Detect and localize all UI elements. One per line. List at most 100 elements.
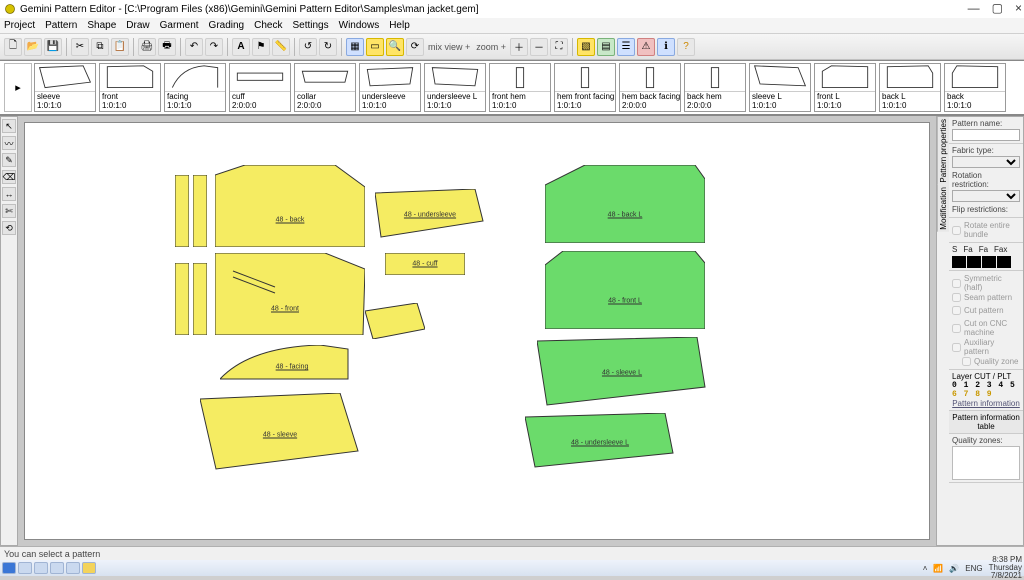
refresh-icon[interactable]: ⟳ bbox=[406, 38, 424, 56]
thumb-back-l[interactable]: back L1:0:1:0 bbox=[879, 63, 941, 112]
redo-icon[interactable]: ↷ bbox=[205, 38, 223, 56]
thumb-front-hem[interactable]: front hem1:0:1:0 bbox=[489, 63, 551, 112]
thumb-hem-back-facing[interactable]: hem back facing2:0:0:0 bbox=[619, 63, 681, 112]
ruler-icon[interactable]: 📏 bbox=[272, 38, 290, 56]
rotation-select[interactable] bbox=[952, 190, 1020, 202]
shelf-nav[interactable]: ▸ bbox=[4, 63, 32, 112]
task-app-1[interactable] bbox=[18, 562, 32, 574]
pointer-icon[interactable]: ↖ bbox=[2, 119, 16, 133]
menu-check[interactable]: Check bbox=[254, 20, 282, 31]
quality-zones-label: Quality zones: bbox=[952, 436, 1020, 445]
pattern-info-link[interactable]: Pattern information bbox=[952, 399, 1020, 408]
thumb-facing[interactable]: facing1:0:1:0 bbox=[164, 63, 226, 112]
menu-draw[interactable]: Draw bbox=[126, 20, 149, 31]
start-icon[interactable] bbox=[2, 562, 16, 574]
zoomrect-icon[interactable]: 🔍 bbox=[386, 38, 404, 56]
open-icon[interactable]: 📂 bbox=[24, 38, 42, 56]
aux-check bbox=[952, 343, 961, 352]
zoom-label[interactable]: zoom + bbox=[476, 42, 506, 52]
tool-icon[interactable]: ▦ bbox=[346, 38, 364, 56]
print-icon[interactable]: 🖨 bbox=[138, 38, 156, 56]
thumb-back[interactable]: back1:0:1:0 bbox=[944, 63, 1006, 112]
undo-icon[interactable]: ↶ bbox=[185, 38, 203, 56]
thumb-undersleeve-l[interactable]: undersleeve L1:0:1:0 bbox=[424, 63, 486, 112]
thumb-sleeve-l[interactable]: sleeve L1:0:1:0 bbox=[749, 63, 811, 112]
info-icon[interactable]: ℹ bbox=[657, 38, 675, 56]
flag-icon[interactable]: ⚑ bbox=[252, 38, 270, 56]
rect-icon[interactable]: ▭ bbox=[366, 38, 384, 56]
minimize-button[interactable]: — bbox=[968, 1, 980, 15]
pencil-icon[interactable]: ✎ bbox=[2, 153, 16, 167]
save-icon[interactable]: 💾 bbox=[44, 38, 62, 56]
menu-garment[interactable]: Garment bbox=[160, 20, 199, 31]
left-toolbar: ↖ 〰 ✎ ⌫ ↔ ✄ ⟲ bbox=[0, 116, 18, 546]
menu-windows[interactable]: Windows bbox=[339, 20, 380, 31]
text-icon[interactable]: A bbox=[232, 38, 250, 56]
thumb-front[interactable]: front1:0:1:0 bbox=[99, 63, 161, 112]
task-app-5[interactable] bbox=[82, 562, 96, 574]
tray-wifi-icon[interactable]: 📶 bbox=[933, 564, 943, 573]
menu-pattern[interactable]: Pattern bbox=[45, 20, 77, 31]
symmetric-check bbox=[952, 279, 961, 288]
rotate-cw-icon[interactable]: ↻ bbox=[319, 38, 337, 56]
menu-grading[interactable]: Grading bbox=[209, 20, 245, 31]
tray-chevron-icon[interactable]: ˄ bbox=[923, 564, 928, 573]
pattern-name-input[interactable] bbox=[952, 129, 1020, 141]
properties-panel: Pattern properties Modification Pattern … bbox=[936, 116, 1024, 546]
scissors-icon[interactable]: ✄ bbox=[2, 204, 16, 218]
cut-icon[interactable]: ✂ bbox=[71, 38, 89, 56]
fabric-type-select[interactable] bbox=[952, 156, 1020, 168]
task-app-4[interactable] bbox=[66, 562, 80, 574]
menu-settings[interactable]: Settings bbox=[292, 20, 328, 31]
tab-modification[interactable]: Modification bbox=[937, 185, 949, 232]
tray-lang[interactable]: ENG bbox=[965, 564, 982, 573]
rotate-ccw-icon[interactable]: ↺ bbox=[299, 38, 317, 56]
new-icon[interactable]: 🗋 bbox=[4, 38, 22, 56]
thumb-sleeve[interactable]: sleeve1:0:1:0 bbox=[34, 63, 96, 112]
pattern-info-table[interactable]: Pattern information table bbox=[949, 411, 1023, 434]
eraser-icon[interactable]: ⌫ bbox=[2, 170, 16, 184]
thumb-front-l[interactable]: front L1:0:1:0 bbox=[814, 63, 876, 112]
rotate-icon[interactable]: ⟲ bbox=[2, 221, 16, 235]
layers-icon[interactable]: ☰ bbox=[617, 38, 635, 56]
seam-check bbox=[952, 293, 961, 302]
task-app-3[interactable] bbox=[50, 562, 64, 574]
paste-icon[interactable]: 📋 bbox=[111, 38, 129, 56]
task-app-2[interactable] bbox=[34, 562, 48, 574]
copy-icon[interactable]: ⧉ bbox=[91, 38, 109, 56]
thumb-collar[interactable]: collar2:0:0:0 bbox=[294, 63, 356, 112]
mixview-label[interactable]: mix view + bbox=[428, 42, 470, 52]
canvas[interactable]: 48 - back 48 - undersleeve 48 - front 48… bbox=[24, 122, 930, 540]
thumb-hem-front-facing[interactable]: hem front facing1:0:1:0 bbox=[554, 63, 616, 112]
thumb-back-hem[interactable]: back hem2:0:0:0 bbox=[684, 63, 746, 112]
zoomfit-icon[interactable]: ⛶ bbox=[550, 38, 568, 56]
help-icon[interactable]: ? bbox=[677, 38, 695, 56]
fabric-type-label: Fabric type: bbox=[952, 146, 1020, 155]
flip-label: Flip restrictions: bbox=[952, 205, 1020, 214]
thumb-cuff[interactable]: cuff2:0:0:0 bbox=[229, 63, 291, 112]
menu-project[interactable]: Project bbox=[4, 20, 35, 31]
zoomout-icon[interactable]: － bbox=[530, 38, 548, 56]
piece-shelf: ▸ sleeve1:0:1:0 front1:0:1:0 facing1:0:1… bbox=[0, 60, 1024, 116]
table-icon[interactable]: ▤ bbox=[597, 38, 615, 56]
tray-sound-icon[interactable]: 🔊 bbox=[949, 564, 959, 573]
curve-icon[interactable]: 〰 bbox=[2, 136, 16, 150]
maximize-button[interactable]: ▢ bbox=[992, 1, 1003, 15]
toolbar: 🗋 📂 💾 ✂ ⧉ 📋 🖨 🖶 ↶ ↷ A ⚑ 📏 ↺ ↻ ▦ ▭ 🔍 ⟳ mi… bbox=[0, 34, 1024, 60]
quality-zones-list[interactable] bbox=[952, 446, 1020, 480]
warn-icon[interactable]: ⚠ bbox=[637, 38, 655, 56]
menubar: Project Pattern Shape Draw Garment Gradi… bbox=[0, 18, 1024, 34]
status-bar: You can select a pattern bbox=[0, 546, 1024, 560]
qz-check bbox=[962, 357, 971, 366]
pattern-name-label: Pattern name: bbox=[952, 119, 1020, 128]
menu-shape[interactable]: Shape bbox=[87, 20, 116, 31]
grid-icon[interactable]: ▧ bbox=[577, 38, 595, 56]
measure-icon[interactable]: ↔ bbox=[2, 187, 16, 201]
zoomin-icon[interactable]: ＋ bbox=[510, 38, 528, 56]
cut-check bbox=[952, 306, 961, 315]
tab-pattern-properties[interactable]: Pattern properties bbox=[937, 117, 949, 185]
menu-help[interactable]: Help bbox=[389, 20, 410, 31]
thumb-undersleeve[interactable]: undersleeve1:0:1:0 bbox=[359, 63, 421, 112]
plot-icon[interactable]: 🖶 bbox=[158, 38, 176, 56]
close-button[interactable]: × bbox=[1015, 1, 1022, 15]
